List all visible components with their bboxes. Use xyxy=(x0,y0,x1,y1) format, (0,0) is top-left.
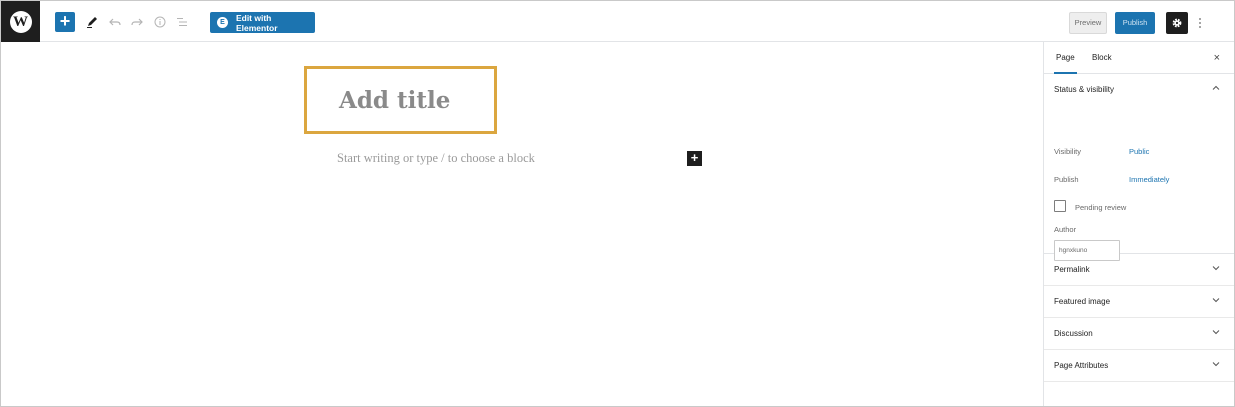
page-attributes-panel-header[interactable]: Page Attributes xyxy=(1044,350,1234,382)
elementor-button-label: Edit with Elementor xyxy=(235,12,278,33)
pen-tool-icon[interactable] xyxy=(83,12,101,32)
featured-image-title: Featured image xyxy=(1054,297,1111,306)
tab-page[interactable]: Page xyxy=(1054,42,1077,74)
post-title-field[interactable]: Add title xyxy=(304,66,497,134)
author-label: Author xyxy=(1054,225,1077,234)
editor-window: W + E Edit with Elementor Preview Publis… xyxy=(0,0,1235,407)
list-outline-icon[interactable] xyxy=(173,12,191,32)
settings-sidebar: Page Block × Status & visibility Visibil… xyxy=(1043,42,1234,406)
chevron-down-icon xyxy=(1212,254,1220,286)
chevron-up-icon xyxy=(1212,74,1220,106)
publish-value-link[interactable]: Immediately xyxy=(1129,175,1169,184)
gear-icon xyxy=(1172,18,1182,28)
pending-review-label: Pending review xyxy=(1075,203,1127,212)
edit-with-elementor-button[interactable]: E Edit with Elementor xyxy=(210,12,315,33)
redo-icon[interactable] xyxy=(128,12,146,32)
visibility-label: Visibility xyxy=(1054,147,1081,156)
pending-review-checkbox[interactable] xyxy=(1054,200,1066,212)
more-vertical-icon[interactable] xyxy=(1193,12,1207,34)
elementor-icon: E xyxy=(217,17,228,28)
featured-image-panel-header[interactable]: Featured image xyxy=(1044,286,1234,318)
status-visibility-header[interactable]: Status & visibility xyxy=(1044,74,1234,106)
publish-button[interactable]: Publish xyxy=(1115,12,1155,34)
close-icon[interactable]: × xyxy=(1214,52,1220,64)
chevron-down-icon xyxy=(1212,318,1220,350)
visibility-value-link[interactable]: Public xyxy=(1129,147,1149,156)
permalink-title: Permalink xyxy=(1054,265,1090,274)
info-icon[interactable] xyxy=(151,12,169,32)
chevron-down-icon xyxy=(1212,350,1220,382)
inline-add-block-button[interactable]: + xyxy=(687,151,702,166)
wordpress-logo-button[interactable]: W xyxy=(1,1,40,42)
undo-icon[interactable] xyxy=(106,12,124,32)
status-visibility-title: Status & visibility xyxy=(1054,85,1115,94)
sidebar-tabs: Page Block × xyxy=(1044,42,1234,74)
tab-block[interactable]: Block xyxy=(1092,42,1112,74)
add-block-button[interactable]: + xyxy=(55,12,75,32)
status-visibility-panel: Status & visibility Visibility Public Pu… xyxy=(1044,74,1234,261)
publish-label: Publish xyxy=(1054,175,1079,184)
discussion-title: Discussion xyxy=(1054,329,1093,338)
preview-button[interactable]: Preview xyxy=(1069,12,1107,34)
wordpress-logo-icon: W xyxy=(9,10,32,33)
permalink-panel-header[interactable]: Permalink xyxy=(1044,254,1234,286)
chevron-down-icon xyxy=(1212,286,1220,318)
discussion-panel-header[interactable]: Discussion xyxy=(1044,318,1234,350)
page-attributes-title: Page Attributes xyxy=(1054,361,1109,370)
block-placeholder[interactable]: Start writing or type / to choose a bloc… xyxy=(337,151,535,166)
settings-button[interactable] xyxy=(1166,12,1188,34)
post-title-placeholder: Add title xyxy=(339,86,451,114)
editor-toolbar: W + E Edit with Elementor Preview Publis… xyxy=(1,1,1234,42)
